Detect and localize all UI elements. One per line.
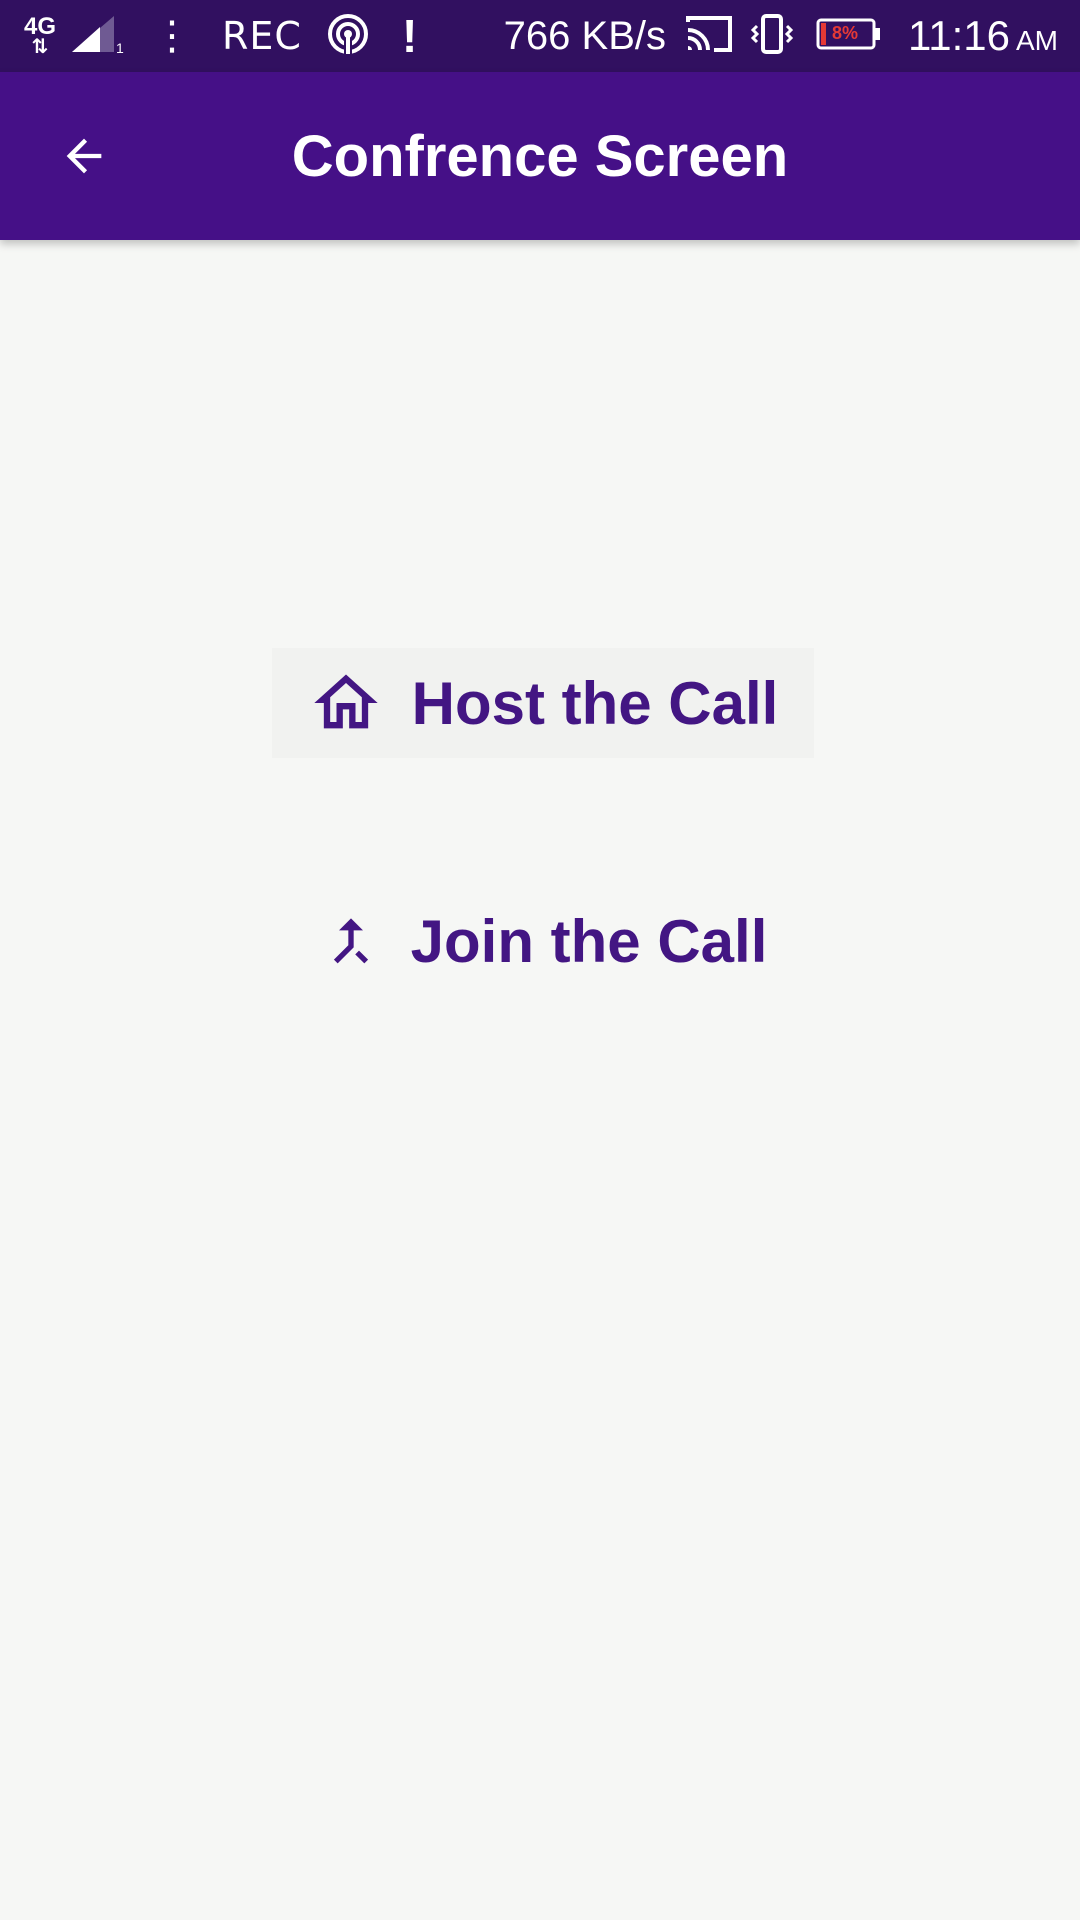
- host-call-label: Host the Call: [411, 669, 779, 737]
- clock-ampm: AM: [1016, 25, 1058, 56]
- more-notifications-icon: ⋮: [152, 14, 193, 58]
- clock: 11:16 AM: [908, 12, 1058, 60]
- alert-icon: !: [401, 10, 418, 62]
- network-speed: 766 KB/s: [503, 13, 666, 58]
- page-title: Confrence Screen: [291, 123, 789, 189]
- merge-icon: [319, 909, 383, 973]
- rec-indicator: REC: [222, 14, 302, 58]
- network-type-indicator: 4G ⇅: [24, 13, 57, 58]
- hotspot-icon: [326, 12, 370, 61]
- battery-icon: 8%: [816, 18, 882, 55]
- signal-strength-icon: 1: [70, 14, 126, 59]
- home-icon: [308, 665, 384, 741]
- arrow-back-icon: [66, 138, 102, 174]
- sim-slot-label: 1: [116, 40, 124, 54]
- network-type-label: 4G: [24, 13, 57, 40]
- clock-time: 11:16: [908, 12, 1010, 59]
- status-bar: 4G ⇅ 1 ⋮ REC ! 766 KB/s 8% 11:16 AM: [0, 0, 1080, 72]
- cast-icon: [684, 14, 734, 59]
- status-right-group: 766 KB/s 8% 11:16 AM: [504, 12, 1058, 61]
- join-call-label: Join the Call: [410, 907, 768, 975]
- join-call-button[interactable]: Join the Call: [272, 886, 814, 996]
- app-bar: Confrence Screen: [0, 72, 1080, 240]
- vibrate-icon: [750, 12, 794, 61]
- back-button[interactable]: [46, 118, 122, 194]
- battery-level: 8%: [831, 23, 858, 43]
- host-call-button[interactable]: Host the Call: [272, 648, 814, 758]
- status-left-group: 4G ⇅ 1 ⋮ REC !: [24, 9, 417, 63]
- data-arrows-icon: ⇅: [31, 36, 49, 58]
